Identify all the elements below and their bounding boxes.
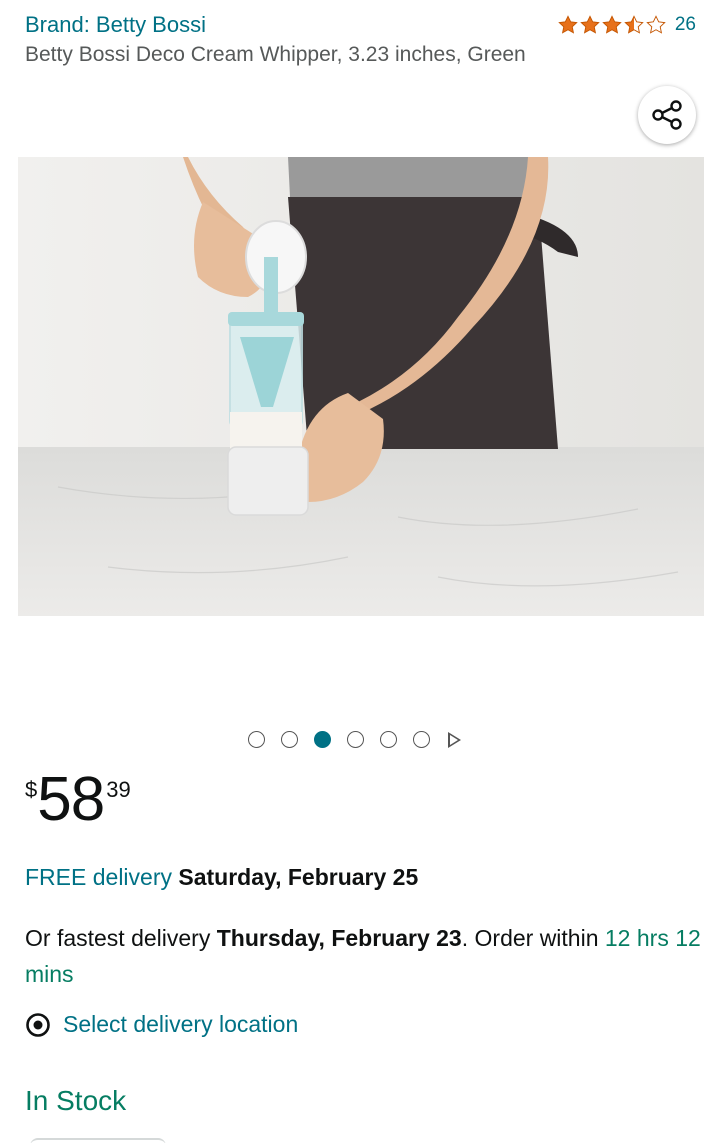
order-within-prefix: . Order within: [461, 925, 605, 951]
fastest-delivery-date: Thursday, February 23: [216, 925, 462, 951]
play-icon[interactable]: [448, 731, 461, 748]
select-delivery-location[interactable]: Select delivery location: [25, 1011, 298, 1038]
product-photo: [18, 157, 704, 616]
star-full-icon: [602, 15, 622, 34]
fastest-delivery-message: Or fastest delivery Thursday, February 2…: [25, 920, 705, 992]
carousel-dot[interactable]: [380, 731, 397, 748]
free-delivery-message: FREE delivery Saturday, February 25: [25, 864, 418, 891]
star-empty-icon: [646, 15, 666, 34]
free-delivery-link[interactable]: FREE delivery: [25, 864, 172, 890]
carousel-dot[interactable]: [347, 731, 364, 748]
price: $ 58 39: [25, 767, 131, 833]
image-carousel-indicator: [248, 731, 461, 748]
free-delivery-date: Saturday, February 25: [178, 864, 419, 890]
star-half-icon: [624, 15, 644, 34]
share-button[interactable]: [638, 86, 696, 144]
rating-widget[interactable]: 26: [557, 14, 696, 36]
carousel-dot[interactable]: [281, 731, 298, 748]
carousel-dot[interactable]: [413, 731, 430, 748]
rating-count[interactable]: 26: [675, 14, 696, 36]
star-full-icon: [558, 15, 578, 34]
star-full-icon: [580, 15, 600, 34]
share-icon: [652, 100, 682, 130]
brand-link[interactable]: Brand: Betty Bossi: [25, 12, 206, 38]
fastest-delivery-prefix: Or fastest delivery: [25, 925, 217, 951]
stock-status: In Stock: [25, 1085, 127, 1116]
carousel-dot-active[interactable]: [314, 731, 331, 748]
price-currency-symbol: $: [25, 777, 38, 802]
price-whole: 58: [37, 765, 105, 834]
location-pin-icon: [26, 1012, 50, 1037]
select-delivery-location-label[interactable]: Select delivery location: [63, 1011, 298, 1038]
product-image[interactable]: [18, 157, 704, 616]
star-rating: [557, 14, 667, 36]
product-title: Betty Bossi Deco Cream Whipper, 3.23 inc…: [25, 43, 526, 66]
price-fraction: 39: [106, 777, 131, 802]
carousel-dot[interactable]: [248, 731, 265, 748]
quantity-selector[interactable]: [30, 1138, 166, 1143]
